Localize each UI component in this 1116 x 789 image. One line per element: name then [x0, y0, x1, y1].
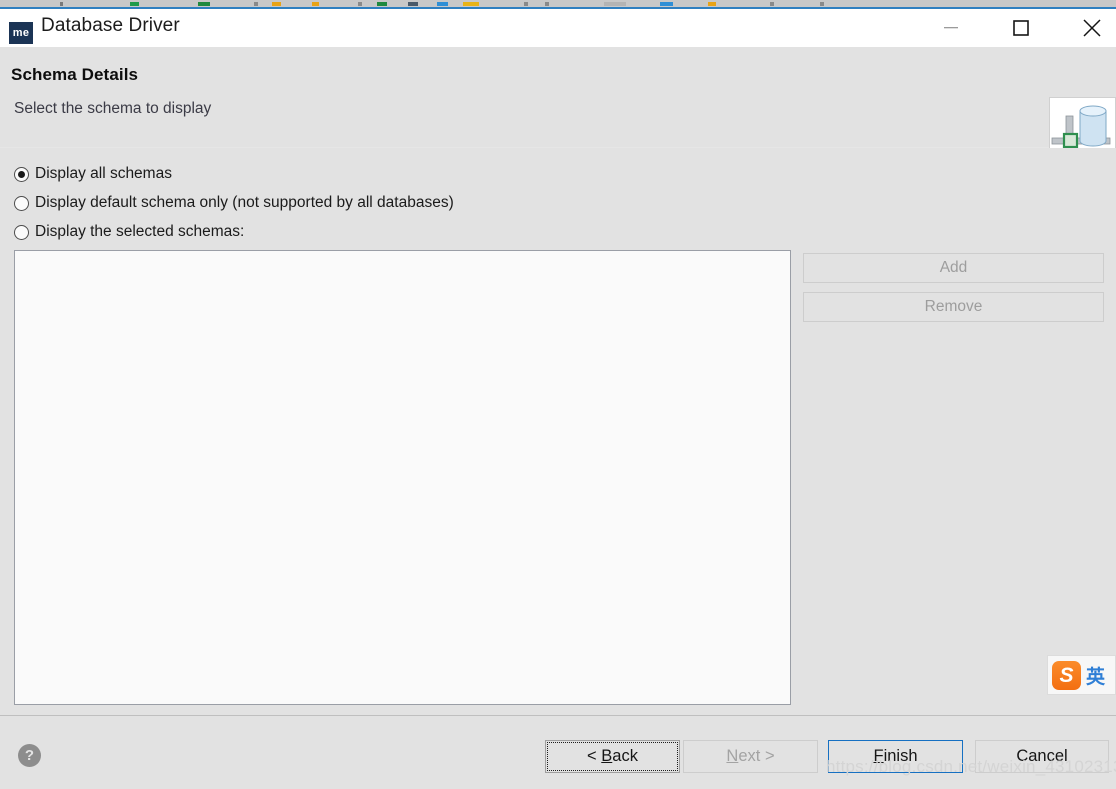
- sogou-logo-icon: S: [1052, 660, 1081, 690]
- title-bar: me Database Driver: [0, 9, 1116, 56]
- minimize-button[interactable]: [927, 9, 974, 47]
- radio-label: Display all schemas: [35, 165, 172, 182]
- minimize-icon: [943, 27, 958, 29]
- radio-option-default-schema-only[interactable]: Display default schema only (not support…: [14, 192, 454, 214]
- radio-label: Display the selected schemas:: [35, 223, 245, 240]
- radio-icon[interactable]: [14, 195, 29, 211]
- back-button[interactable]: < Back: [545, 740, 680, 773]
- page-title: Schema Details: [11, 65, 139, 84]
- radio-option-display-all-schemas[interactable]: Display all schemas: [14, 163, 172, 185]
- finish-button[interactable]: Finish: [828, 740, 963, 773]
- radio-icon[interactable]: [14, 224, 29, 240]
- radio-icon-selected[interactable]: [14, 166, 29, 182]
- radio-option-selected-schemas[interactable]: Display the selected schemas:: [14, 221, 244, 243]
- window-title: Database Driver: [41, 15, 180, 36]
- page-subtitle: Select the schema to display: [14, 100, 212, 117]
- ime-mode-label: 英: [1086, 666, 1106, 688]
- cancel-button[interactable]: Cancel: [975, 740, 1109, 773]
- app-icon: me: [9, 22, 33, 44]
- close-icon: [1082, 19, 1101, 37]
- help-icon[interactable]: ?: [18, 744, 41, 767]
- maximize-button[interactable]: [997, 9, 1044, 47]
- next-button: Next >: [683, 740, 818, 773]
- remove-button[interactable]: Remove: [803, 292, 1104, 322]
- dialog-window: me Database Driver Schema Details Select…: [0, 0, 1116, 789]
- schema-list-box[interactable]: [14, 250, 791, 705]
- add-button[interactable]: Add: [803, 253, 1104, 283]
- wizard-header: Schema Details Select the schema to disp…: [0, 47, 1116, 195]
- maximize-icon: [1012, 20, 1029, 36]
- ime-status-badge[interactable]: S 英: [1047, 655, 1116, 695]
- dialog-body: Display all schemas Display default sche…: [0, 148, 1116, 715]
- close-button[interactable]: [1068, 9, 1115, 47]
- radio-label: Display default schema only (not support…: [35, 194, 454, 211]
